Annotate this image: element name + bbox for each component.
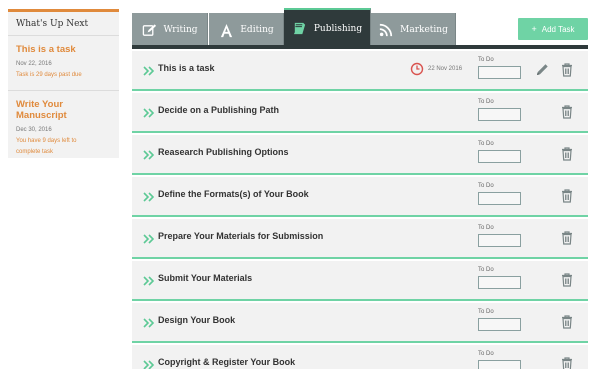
tab-bar-underline <box>132 45 588 49</box>
upcoming-item[interactable]: This is a task Nov 22, 2016 Task is 29 d… <box>8 36 119 81</box>
double-chevron-right-icon[interactable] <box>143 232 155 244</box>
status-select[interactable] <box>478 234 521 247</box>
status-label: To Do <box>478 267 494 273</box>
tab-publishing[interactable]: Publishing <box>284 8 371 47</box>
double-chevron-right-icon[interactable] <box>143 190 155 202</box>
task-row[interactable]: Reasearch Publishing Options To Do <box>132 135 588 175</box>
task-name[interactable]: Reasearch Publishing Options <box>158 147 289 157</box>
tab-label: Editing <box>240 25 274 35</box>
book-icon <box>292 21 308 37</box>
status-label: To Do <box>478 309 494 315</box>
status-label: To Do <box>478 183 494 189</box>
status-select[interactable] <box>478 360 521 369</box>
trash-icon[interactable] <box>560 272 574 287</box>
upcoming-item-date: Dec 30, 2016 <box>16 127 52 133</box>
tab-label: Marketing <box>400 25 448 35</box>
status-select[interactable] <box>478 276 521 289</box>
trash-icon[interactable] <box>560 62 574 77</box>
rss-icon <box>378 22 394 38</box>
task-row[interactable]: Submit Your Materials To Do <box>132 261 588 301</box>
letter-a-icon <box>218 22 234 38</box>
task-row[interactable]: This is a task 22 Nov 2016 To Do <box>132 51 588 91</box>
add-task-label: Add Task <box>541 24 575 34</box>
task-name[interactable]: Submit Your Materials <box>158 273 252 283</box>
task-row[interactable]: Design Your Book To Do <box>132 303 588 343</box>
status-label: To Do <box>478 99 494 105</box>
tab-editing[interactable]: Editing <box>209 13 284 47</box>
double-chevron-right-icon[interactable] <box>143 274 155 286</box>
task-name[interactable]: Copyright & Register Your Book <box>158 357 295 367</box>
upcoming-item-date: Nov 22, 2016 <box>16 61 52 67</box>
clock-icon <box>410 62 424 76</box>
upcoming-item[interactable]: Write Your Manuscript Dec 30, 2016 You h… <box>8 91 119 158</box>
trash-icon[interactable] <box>560 314 574 329</box>
add-task-button[interactable]: + Add Task <box>518 18 588 40</box>
task-row[interactable]: Decide on a Publishing Path To Do <box>132 93 588 133</box>
upcoming-item-title[interactable]: Write Your Manuscript <box>16 99 111 121</box>
task-row[interactable]: Define the Formats(s) of Your Book To Do <box>132 177 588 217</box>
upcoming-item-note: Task is 29 days past due <box>16 72 82 78</box>
task-row[interactable]: Prepare Your Materials for Submission To… <box>132 219 588 259</box>
tab-marketing[interactable]: Marketing <box>371 13 456 47</box>
status-label: To Do <box>478 57 494 63</box>
whats-up-next-panel: What's Up Next This is a task Nov 22, 20… <box>8 9 119 158</box>
trash-icon[interactable] <box>560 230 574 245</box>
double-chevron-right-icon[interactable] <box>143 148 155 160</box>
task-row[interactable]: Copyright & Register Your Book To Do <box>132 345 588 369</box>
trash-icon[interactable] <box>560 188 574 203</box>
task-name[interactable]: Prepare Your Materials for Submission <box>158 231 323 241</box>
trash-icon[interactable] <box>560 146 574 161</box>
upcoming-item-note: You have 9 days left to complete task <box>16 136 111 158</box>
trash-icon[interactable] <box>560 356 574 369</box>
status-select[interactable] <box>478 66 521 79</box>
tab-writing[interactable]: Writing <box>132 13 208 47</box>
double-chevron-right-icon[interactable] <box>143 358 155 369</box>
trash-icon[interactable] <box>560 104 574 119</box>
status-label: To Do <box>478 225 494 231</box>
upcoming-item-note-line: complete task <box>16 149 54 155</box>
status-select[interactable] <box>478 192 521 205</box>
status-select[interactable] <box>478 108 521 121</box>
double-chevron-right-icon[interactable] <box>143 64 155 76</box>
upcoming-item-note-line: You have 9 days left to <box>16 138 77 144</box>
task-due-date: 22 Nov 2016 <box>428 66 463 72</box>
status-label: To Do <box>478 351 494 357</box>
pencil-square-icon <box>141 22 157 38</box>
tab-label: Writing <box>163 25 198 35</box>
panel-title: What's Up Next <box>8 12 119 36</box>
plus-icon: + <box>531 24 537 34</box>
status-select[interactable] <box>478 150 521 163</box>
tab-label: Publishing <box>313 23 363 34</box>
task-name[interactable]: Decide on a Publishing Path <box>158 105 279 115</box>
status-label: To Do <box>478 141 494 147</box>
upcoming-item-title[interactable]: This is a task <box>16 44 111 55</box>
task-name[interactable]: Define the Formats(s) of Your Book <box>158 189 309 199</box>
status-select[interactable] <box>478 318 521 331</box>
task-name[interactable]: This is a task <box>158 63 215 73</box>
double-chevron-right-icon[interactable] <box>143 106 155 118</box>
task-name[interactable]: Design Your Book <box>158 315 235 325</box>
pencil-icon[interactable] <box>535 62 549 77</box>
double-chevron-right-icon[interactable] <box>143 316 155 328</box>
